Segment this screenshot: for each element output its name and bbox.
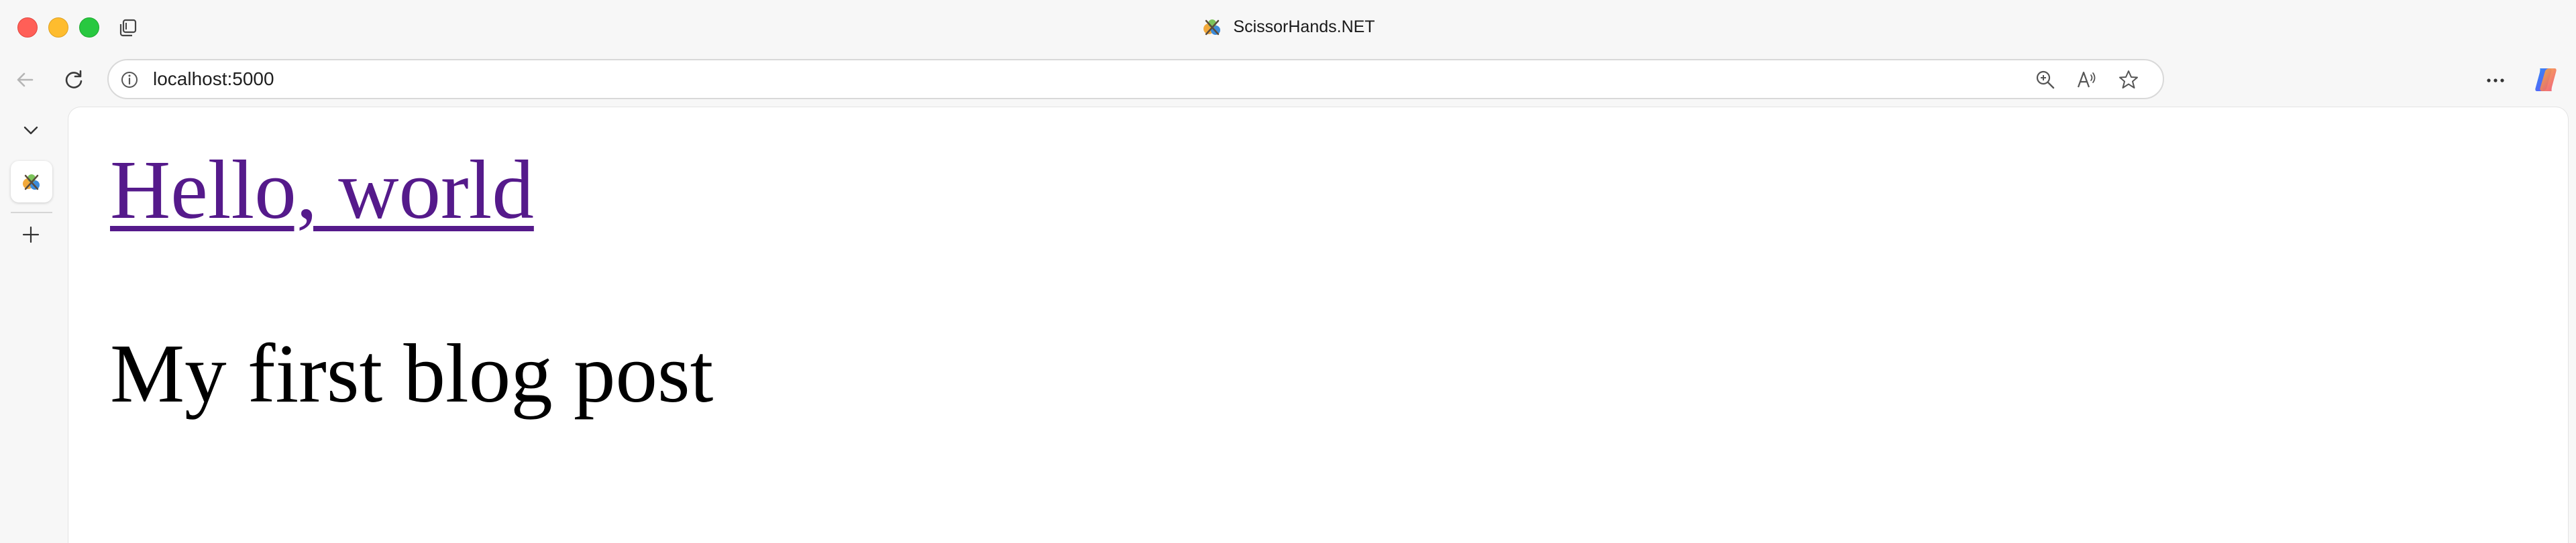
copilot-icon[interactable] bbox=[2530, 64, 2561, 95]
maximize-window-button[interactable] bbox=[79, 17, 99, 38]
address-bar[interactable]: localhost:5000 bbox=[107, 59, 2164, 99]
tab-actions-icon[interactable] bbox=[117, 16, 140, 39]
chevron-down-icon[interactable] bbox=[19, 118, 43, 142]
scissorhands-favicon-icon bbox=[1203, 19, 1221, 36]
star-icon[interactable] bbox=[2117, 68, 2140, 91]
window-title: ScissorHands.NET bbox=[1233, 17, 1375, 36]
back-arrow-icon[interactable] bbox=[12, 66, 39, 93]
zoom-in-icon[interactable] bbox=[2034, 68, 2057, 91]
tab-divider bbox=[11, 212, 52, 213]
browser-window: ScissorHands.NET localhost:5000 Hello, w… bbox=[0, 0, 2576, 543]
window-title-group: ScissorHands.NET bbox=[0, 0, 2576, 54]
site-info-icon[interactable] bbox=[119, 70, 140, 90]
reload-icon[interactable] bbox=[60, 66, 87, 93]
url-text[interactable]: localhost:5000 bbox=[153, 60, 274, 98]
hello-world-link[interactable]: Hello, world bbox=[110, 149, 534, 233]
read-aloud-icon[interactable] bbox=[2076, 68, 2098, 91]
more-dots-icon[interactable] bbox=[2482, 67, 2509, 94]
page-content: Hello, world My first blog post bbox=[68, 107, 2568, 543]
close-window-button[interactable] bbox=[17, 17, 38, 38]
vertical-tabs-sidebar bbox=[0, 106, 67, 536]
title-bar: ScissorHands.NET bbox=[0, 0, 2576, 54]
browser-toolbar: localhost:5000 bbox=[0, 54, 2576, 106]
tab-scissorhands[interactable] bbox=[11, 161, 52, 202]
post-title: My first blog post bbox=[110, 328, 714, 420]
plus-icon[interactable] bbox=[19, 223, 43, 247]
scissorhands-favicon-icon bbox=[23, 174, 40, 190]
minimize-window-button[interactable] bbox=[48, 17, 68, 38]
